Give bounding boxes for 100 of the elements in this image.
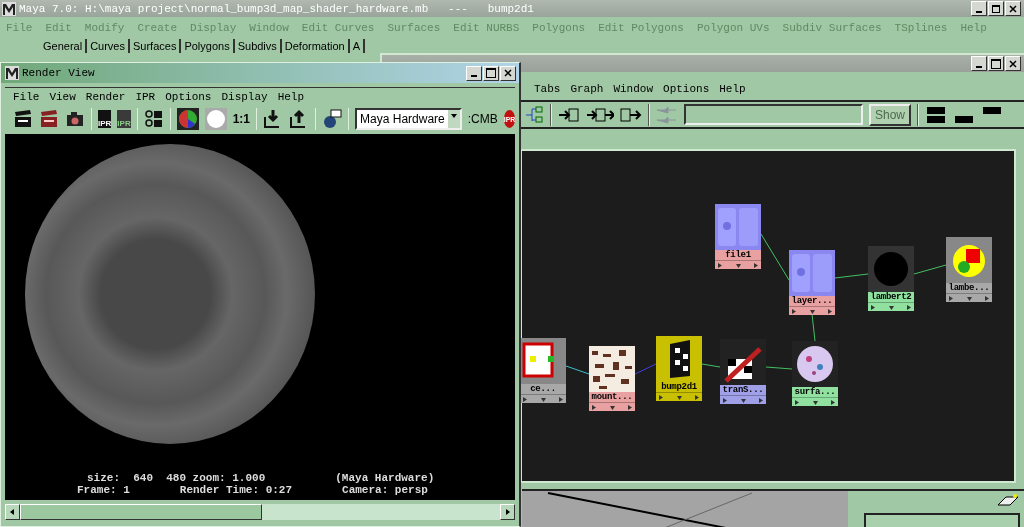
search-field[interactable] [684, 104, 863, 125]
restore-button[interactable] [988, 1, 1004, 16]
node-label: bump2d1 [656, 382, 702, 392]
connection-line [565, 365, 590, 375]
clapperboard-icon[interactable] [13, 109, 33, 129]
render-info-text: size: 640 480 zoom: 1.000 [87, 472, 266, 484]
close-button[interactable] [1005, 1, 1021, 16]
node-swatch[interactable] [792, 341, 838, 387]
render-info-text: Frame: 1 [77, 484, 130, 496]
connection-line [811, 313, 816, 342]
menu-item[interactable]: Help [277, 91, 305, 103]
node-label: layer... [789, 296, 835, 306]
close-icon [1009, 4, 1017, 13]
shelf-tab[interactable]: A [349, 39, 366, 53]
show-button[interactable]: Show [869, 103, 912, 126]
ipr-render-icon[interactable]: IPR [98, 110, 112, 128]
node-port-bar[interactable] [589, 402, 635, 411]
menu-item[interactable]: Options [165, 91, 212, 103]
close-icon [1009, 59, 1017, 68]
output-connections-icon[interactable] [620, 106, 642, 123]
node-label: surfa... [792, 387, 838, 397]
node-port-bar[interactable] [715, 260, 761, 269]
node-label: mount... [589, 392, 635, 402]
minimize-button[interactable] [971, 56, 987, 71]
node-swatch[interactable] [656, 336, 702, 382]
node-label: tranS... [720, 385, 766, 395]
menu-item[interactable]: Tabs [534, 83, 561, 95]
scroll-thumb[interactable] [20, 504, 262, 520]
window-title: Render View [22, 67, 95, 79]
connection-line [634, 363, 657, 375]
menu-item[interactable]: Help [719, 83, 746, 95]
minimize-button[interactable] [971, 1, 987, 16]
shelf-tab[interactable]: Polygons [181, 39, 235, 53]
node-label: lambe... [946, 283, 992, 293]
node-port-bar[interactable] [789, 306, 835, 315]
maya-logo-icon [2, 1, 16, 16]
color-mode-label: :CMB [467, 112, 498, 126]
menu-item[interactable]: Render [85, 91, 126, 103]
right-arrow-icon [505, 509, 510, 515]
layout-icon[interactable] [925, 104, 948, 125]
shelf-tab[interactable]: General [40, 39, 88, 53]
scroll-left-button[interactable] [5, 504, 20, 520]
connection-line [913, 264, 947, 275]
node-swatch[interactable] [789, 250, 835, 296]
render-info-text: (Maya Hardware) [335, 472, 435, 484]
maya-logo-icon [5, 66, 19, 80]
connection-line [834, 273, 869, 279]
node-swatch[interactable] [720, 339, 766, 385]
dropdown-arrow-icon [449, 113, 458, 119]
shelf-tab[interactable]: Subdivs [234, 39, 282, 53]
node-label: ce... [520, 384, 566, 394]
scroll-right-button[interactable] [500, 504, 515, 520]
renderer-dropdown[interactable]: Maya Hardware [355, 108, 462, 130]
render-info-text: Render Time: 0:27 [179, 484, 293, 496]
left-arrow-icon [10, 509, 15, 515]
menu-item[interactable]: View [49, 91, 76, 103]
horizontal-scrollbar[interactable] [5, 504, 515, 520]
real-size-button[interactable]: 1:1 [232, 112, 251, 126]
node-port-bar[interactable] [520, 394, 566, 403]
node-swatch[interactable] [520, 338, 566, 384]
node-swatch[interactable] [589, 346, 635, 392]
minimize-button[interactable] [466, 65, 482, 81]
connection-line [760, 233, 790, 281]
input-connections-icon[interactable] [558, 106, 580, 123]
maximize-button[interactable] [483, 65, 499, 81]
node-port-bar[interactable] [868, 302, 914, 311]
menu-item[interactable]: Options [663, 83, 710, 95]
menu-item[interactable]: Display [221, 91, 268, 103]
shelf-tab[interactable]: Surfaces [130, 39, 182, 53]
node-label: file1 [715, 250, 761, 260]
node-port-bar[interactable] [656, 392, 702, 401]
node-swatch[interactable] [946, 237, 992, 283]
node-swatch[interactable] [715, 204, 761, 250]
settings-icon[interactable] [143, 109, 164, 129]
node-port-bar[interactable] [720, 395, 766, 404]
graph-icon[interactable] [524, 104, 544, 125]
maximize-button[interactable] [988, 56, 1004, 71]
close-button[interactable] [1005, 56, 1021, 71]
rgb-channels-icon[interactable] [176, 108, 199, 130]
camera-icon[interactable] [65, 109, 85, 129]
node-port-bar[interactable] [946, 293, 992, 302]
node-label: lambert2 [868, 292, 914, 302]
connection-line [701, 363, 721, 368]
node-port-bar[interactable] [792, 397, 838, 406]
help-balloon-icon[interactable] [322, 109, 343, 129]
connection-line [765, 366, 793, 370]
menu-item[interactable]: Graph [570, 83, 604, 95]
input-output-connections-icon[interactable] [586, 106, 614, 123]
window-title: Maya 7.0: H:\maya project\normal_bump3d_map_shader_hardware.mb --- bump2d1 [19, 2, 534, 15]
shelf-tab[interactable]: Curves [87, 39, 130, 53]
ipr-icon[interactable]: IPR [117, 110, 131, 128]
clapperboard-icon[interactable] [39, 109, 59, 129]
shelf-tab[interactable]: Deformation [281, 39, 350, 53]
close-button[interactable] [500, 65, 516, 81]
eraser-icon[interactable] [996, 493, 1020, 509]
close-icon [504, 69, 512, 77]
menu-item[interactable]: Window [613, 83, 654, 95]
menu-item[interactable]: IPR [135, 91, 156, 103]
menu-item[interactable]: File [13, 91, 40, 103]
render-info-text: Camera: persp [342, 484, 428, 496]
